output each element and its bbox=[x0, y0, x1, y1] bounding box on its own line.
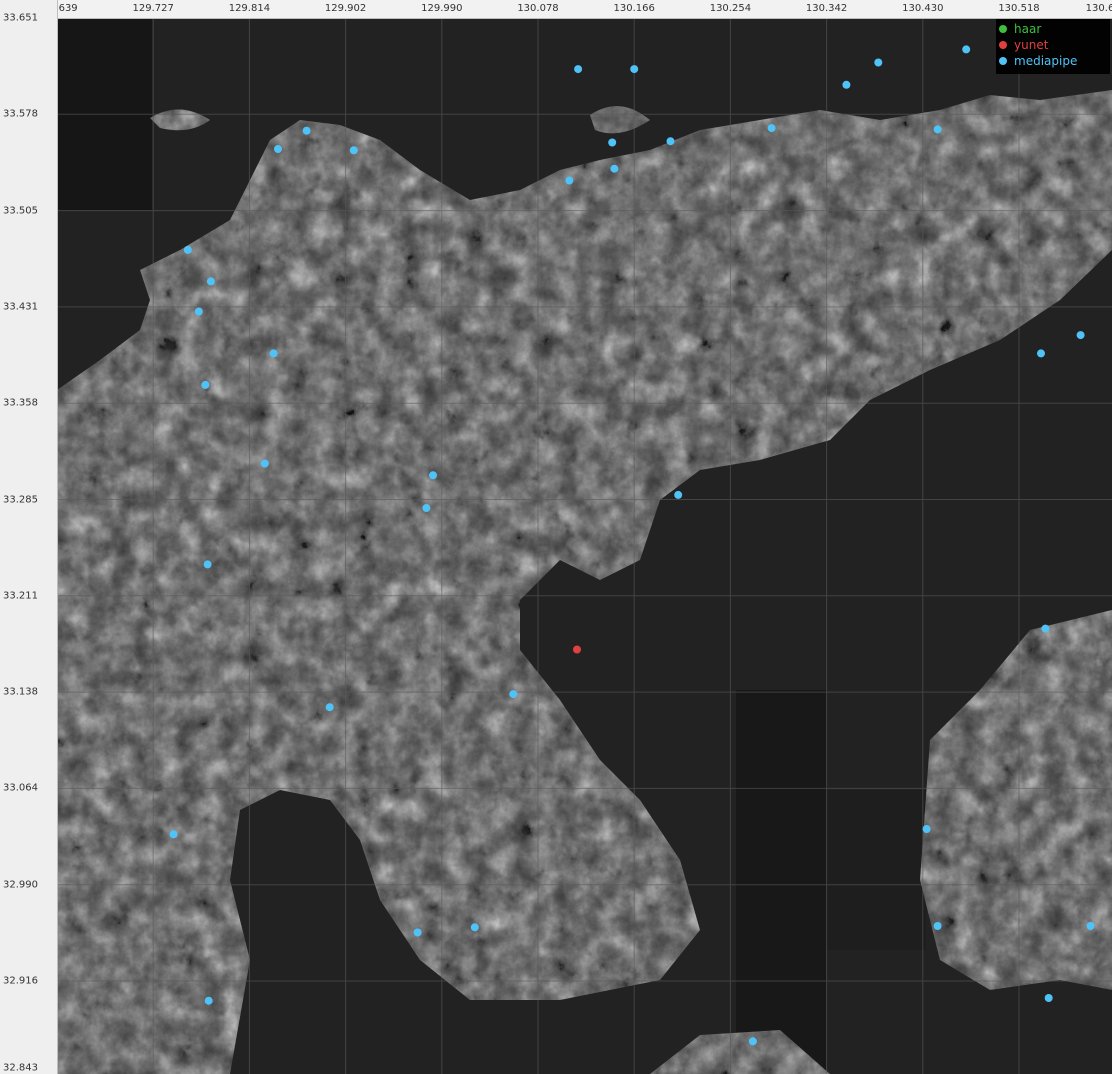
mediapipe-detection-point[interactable] bbox=[767, 124, 776, 133]
mediapipe-detection-point[interactable] bbox=[429, 471, 437, 480]
mediapipe-detection-point[interactable] bbox=[509, 690, 518, 699]
latitude-axis: 33.651 33.578 33.505 33.431 33.358 33.285 33.2… bbox=[0, 0, 58, 1074]
mediapipe-detection-point[interactable] bbox=[933, 125, 942, 134]
lon-tick-label: 130.166 bbox=[613, 3, 655, 14]
lat-tick-label: 33.505 bbox=[3, 205, 38, 217]
lon-tick-label: 130.342 bbox=[805, 3, 848, 14]
mediapipe-detection-point[interactable] bbox=[630, 65, 639, 74]
mediapipe-detection-point[interactable] bbox=[349, 146, 358, 155]
mediapipe-detection-point[interactable] bbox=[183, 245, 192, 254]
lat-tick-label: 33.064 bbox=[3, 782, 38, 794]
lon-tick-label: 129.990 bbox=[421, 3, 463, 14]
mediapipe-detection-point[interactable] bbox=[1076, 331, 1085, 340]
lat-tick-label: 32.916 bbox=[3, 975, 38, 987]
mediapipe-detection-point[interactable] bbox=[269, 349, 278, 358]
mediapipe-detection-point[interactable] bbox=[565, 176, 574, 185]
lat-tick-label: 33.578 bbox=[3, 108, 38, 120]
lon-tick-label: 129.902 bbox=[324, 3, 367, 14]
mediapipe-detection-point[interactable] bbox=[274, 145, 282, 153]
lon-tick-label: 130.6 bbox=[1085, 3, 1112, 14]
legend-swatch-yunet bbox=[999, 41, 1007, 49]
mediapipe-detection-point[interactable] bbox=[422, 504, 431, 512]
mediapipe-detection-point[interactable] bbox=[1041, 624, 1050, 633]
mediapipe-detection-point[interactable] bbox=[470, 923, 479, 932]
mediapipe-detection-point[interactable] bbox=[302, 126, 311, 135]
lon-tick-label: 130.254 bbox=[709, 3, 752, 14]
lon-tick-label: 130.518 bbox=[998, 3, 1040, 14]
mediapipe-detection-point[interactable] bbox=[169, 830, 178, 839]
mediapipe-detection-point[interactable] bbox=[666, 137, 675, 146]
mediapipe-detection-point[interactable] bbox=[962, 45, 971, 54]
lon-tick-label: 129.814 bbox=[228, 3, 271, 14]
legend-item-mediapipe: mediapipe bbox=[996, 53, 1110, 69]
mediapipe-detection-point[interactable] bbox=[1086, 922, 1095, 930]
legend-label-haar: haar bbox=[1014, 22, 1042, 36]
mediapipe-detection-point[interactable] bbox=[206, 277, 215, 286]
mediapipe-detection-point[interactable] bbox=[203, 560, 212, 569]
lat-tick-label: 32.843 bbox=[3, 1062, 38, 1074]
longitude-axis: 129.639129.727129.814129.902129.990130.0… bbox=[0, 0, 1112, 19]
mediapipe-detection-point[interactable] bbox=[933, 922, 942, 930]
mediapipe-detection-point[interactable] bbox=[874, 58, 883, 67]
mediapipe-detection-point[interactable] bbox=[260, 459, 269, 468]
lat-tick-label: 33.138 bbox=[3, 686, 38, 698]
legend-label-yunet: yunet bbox=[1014, 38, 1049, 52]
terrain-map[interactable] bbox=[0, 0, 1112, 1074]
mediapipe-detection-point[interactable] bbox=[413, 928, 422, 937]
mediapipe-detection-point[interactable] bbox=[1037, 349, 1045, 358]
legend-swatch-mediapipe bbox=[999, 57, 1007, 65]
mediapipe-detection-point[interactable] bbox=[748, 1037, 757, 1046]
lat-tick-label: 33.651 bbox=[3, 12, 38, 24]
lon-tick-label: 130.078 bbox=[517, 3, 559, 14]
mediapipe-detection-point[interactable] bbox=[1044, 994, 1053, 1002]
mediapipe-detection-point[interactable] bbox=[610, 164, 619, 173]
mediapipe-detection-point[interactable] bbox=[922, 825, 931, 833]
map-viewer[interactable]: 129.639129.727129.814129.902129.990130.0… bbox=[0, 0, 1112, 1074]
lat-tick-label: 33.285 bbox=[3, 494, 38, 505]
mediapipe-detection-point[interactable] bbox=[194, 307, 203, 316]
mediapipe-detection-point[interactable] bbox=[674, 490, 683, 499]
mediapipe-detection-point[interactable] bbox=[201, 380, 210, 389]
lat-tick-label: 33.358 bbox=[3, 397, 38, 409]
mediapipe-detection-point[interactable] bbox=[574, 65, 583, 74]
mediapipe-detection-point[interactable] bbox=[842, 80, 851, 89]
mediapipe-detection-point[interactable] bbox=[325, 703, 334, 712]
lat-tick-label: 33.211 bbox=[3, 590, 38, 602]
lon-tick-label: 129.727 bbox=[132, 3, 174, 14]
legend-swatch-haar bbox=[999, 25, 1007, 33]
legend-label-mediapipe: mediapipe bbox=[1014, 54, 1078, 68]
legend-item-yunet: yunet bbox=[996, 37, 1110, 53]
lat-tick-label: 33.431 bbox=[3, 301, 38, 313]
mediapipe-detection-point[interactable] bbox=[204, 996, 213, 1005]
legend-item-haar: haar bbox=[996, 21, 1110, 37]
lon-tick-label: 130.430 bbox=[902, 3, 944, 14]
mediapipe-detection-point[interactable] bbox=[608, 138, 617, 147]
legend: haar yunet mediapipe bbox=[996, 19, 1110, 74]
yunet-detection-point[interactable] bbox=[573, 645, 581, 654]
lat-tick-label: 32.990 bbox=[3, 879, 38, 891]
